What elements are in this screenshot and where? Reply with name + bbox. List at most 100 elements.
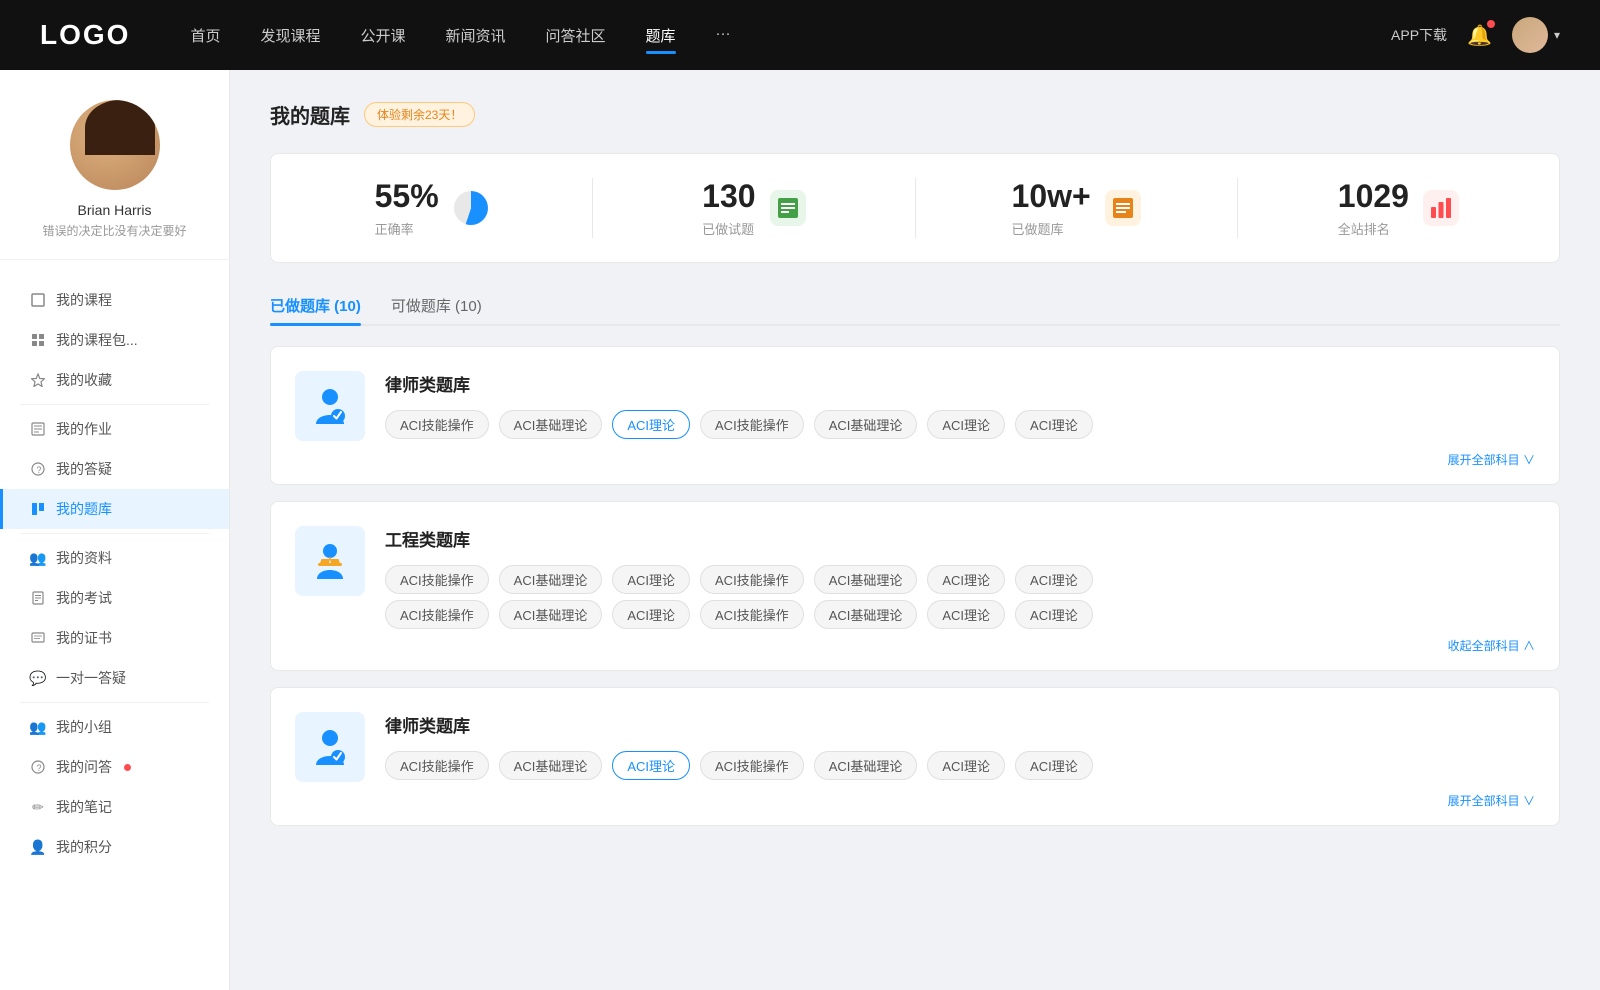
user-avatar-nav[interactable]: ▾ bbox=[1512, 17, 1560, 53]
nav-qa[interactable]: 问答社区 bbox=[546, 21, 606, 50]
app-download-button[interactable]: APP下载 bbox=[1391, 25, 1447, 45]
tags-row-2a: ACI技能操作 ACI基础理论 ACI理论 ACI技能操作 ACI基础理论 AC… bbox=[385, 565, 1535, 594]
tag-2-4[interactable]: ACI基础理论 bbox=[814, 565, 918, 594]
sidebar-item-notes[interactable]: ✏ 我的笔记 bbox=[0, 787, 229, 827]
tab-bar: 已做题库 (10) 可做题库 (10) bbox=[270, 287, 1560, 326]
tag-2-2[interactable]: ACI理论 bbox=[612, 565, 690, 594]
sidebar-item-exam[interactable]: 我的考试 bbox=[0, 578, 229, 618]
divider-1 bbox=[20, 404, 209, 405]
done-questions-icon bbox=[770, 190, 806, 226]
tab-available-banks[interactable]: 可做题库 (10) bbox=[391, 287, 482, 324]
sidebar-item-materials[interactable]: 👥 我的资料 bbox=[0, 538, 229, 578]
nav-home[interactable]: 首页 bbox=[190, 21, 220, 50]
sidebar-item-one-on-one[interactable]: 💬 一对一答疑 bbox=[0, 658, 229, 698]
tag-3-6[interactable]: ACI理论 bbox=[1015, 751, 1093, 780]
page-title: 我的题库 bbox=[270, 100, 350, 129]
sidebar-avatar-img bbox=[70, 100, 160, 190]
main-content: 我的题库 体验剩余23天！ 55% 正确率 130 已做试题 bbox=[230, 70, 1600, 990]
lawyer-svg-2 bbox=[308, 725, 352, 769]
stat-accuracy-label: 正确率 bbox=[375, 219, 439, 238]
nav-question-bank[interactable]: 题库 bbox=[646, 21, 676, 50]
notification-badge bbox=[1487, 20, 1495, 28]
qbank-body-2: 工程类题库 ACI技能操作 ACI基础理论 ACI理论 ACI技能操作 ACI基… bbox=[385, 526, 1535, 654]
sidebar-item-points[interactable]: 👤 我的积分 bbox=[0, 827, 229, 867]
courses-icon bbox=[30, 292, 46, 308]
tag-2-1[interactable]: ACI基础理论 bbox=[499, 565, 603, 594]
qbank-header-1: 律师类题库 ACI技能操作 ACI基础理论 ACI理论 ACI技能操作 ACI基… bbox=[295, 371, 1535, 468]
tags-row-3: ACI技能操作 ACI基础理论 ACI理论 ACI技能操作 ACI基础理论 AC… bbox=[385, 751, 1535, 780]
user-info: Brian Harris 错误的决定比没有决定要好 bbox=[0, 100, 229, 260]
nav-discover[interactable]: 发现课程 bbox=[260, 21, 320, 50]
tag-2b-1[interactable]: ACI基础理论 bbox=[499, 600, 603, 629]
tag-2b-2[interactable]: ACI理论 bbox=[612, 600, 690, 629]
sidebar-item-course-package[interactable]: 我的课程包... bbox=[0, 320, 229, 360]
tag-3-4[interactable]: ACI基础理论 bbox=[814, 751, 918, 780]
tag-1-0[interactable]: ACI技能操作 bbox=[385, 410, 489, 439]
qbank-header-3: 律师类题库 ACI技能操作 ACI基础理论 ACI理论 ACI技能操作 ACI基… bbox=[295, 712, 1535, 809]
navbar: LOGO 首页 发现课程 公开课 新闻资讯 问答社区 题库 ··· APP下载 … bbox=[0, 0, 1600, 70]
nav-avatar-img bbox=[1512, 17, 1548, 53]
rank-icon bbox=[1423, 190, 1459, 226]
nav-news[interactable]: 新闻资讯 bbox=[446, 21, 506, 50]
tag-3-2[interactable]: ACI理论 bbox=[612, 751, 690, 780]
qbank-icon bbox=[30, 501, 46, 517]
user-name: Brian Harris bbox=[78, 202, 152, 218]
nav-open-course[interactable]: 公开课 bbox=[360, 21, 405, 50]
divider-2 bbox=[20, 533, 209, 534]
qbank-name-3: 律师类题库 bbox=[385, 712, 1535, 737]
nav-more[interactable]: ··· bbox=[716, 21, 731, 50]
sidebar-item-my-courses[interactable]: 我的课程 bbox=[0, 280, 229, 320]
tag-1-4[interactable]: ACI基础理论 bbox=[814, 410, 918, 439]
tag-1-3[interactable]: ACI技能操作 bbox=[700, 410, 804, 439]
tag-2-0[interactable]: ACI技能操作 bbox=[385, 565, 489, 594]
tag-2b-3[interactable]: ACI技能操作 bbox=[700, 600, 804, 629]
tag-2b-0[interactable]: ACI技能操作 bbox=[385, 600, 489, 629]
stat-done-banks-label: 已做题库 bbox=[1012, 219, 1091, 238]
tag-3-1[interactable]: ACI基础理论 bbox=[499, 751, 603, 780]
page-header: 我的题库 体验剩余23天！ bbox=[270, 100, 1560, 129]
notification-bell[interactable]: 🔔 bbox=[1467, 23, 1492, 48]
tag-2-3[interactable]: ACI技能操作 bbox=[700, 565, 804, 594]
navbar-right: APP下载 🔔 ▾ bbox=[1391, 17, 1560, 53]
tag-2-5[interactable]: ACI理论 bbox=[927, 565, 1005, 594]
stat-done-q-label: 已做试题 bbox=[702, 219, 755, 238]
pie-chart-icon bbox=[454, 191, 488, 225]
svg-text:?: ? bbox=[37, 465, 42, 475]
sidebar-item-homework[interactable]: 我的作业 bbox=[0, 409, 229, 449]
expand-link-3[interactable]: 展开全部科目 ∨ bbox=[385, 788, 1535, 809]
sidebar-item-favorites[interactable]: 我的收藏 bbox=[0, 360, 229, 400]
nav-menu: 首页 发现课程 公开课 新闻资讯 问答社区 题库 ··· bbox=[190, 21, 1391, 50]
tag-2-6[interactable]: ACI理论 bbox=[1015, 565, 1093, 594]
tag-2b-4[interactable]: ACI基础理论 bbox=[814, 600, 918, 629]
tag-1-6[interactable]: ACI理论 bbox=[1015, 410, 1093, 439]
sidebar-menu: 我的课程 我的课程包... 我的收藏 我的作业 bbox=[0, 270, 229, 877]
tag-1-1[interactable]: ACI基础理论 bbox=[499, 410, 603, 439]
sidebar-item-certificate[interactable]: 我的证书 bbox=[0, 618, 229, 658]
sidebar-item-groups[interactable]: 👥 我的小组 bbox=[0, 707, 229, 747]
tag-3-3[interactable]: ACI技能操作 bbox=[700, 751, 804, 780]
stat-done-questions: 130 已做试题 bbox=[593, 178, 915, 238]
stat-done-banks-value: 10w+ bbox=[1012, 178, 1091, 215]
tab-done-banks[interactable]: 已做题库 (10) bbox=[270, 287, 361, 324]
user-motto: 错误的决定比没有决定要好 bbox=[42, 222, 186, 239]
tag-1-2[interactable]: ACI理论 bbox=[612, 410, 690, 439]
tags-row-1: ACI技能操作 ACI基础理论 ACI理论 ACI技能操作 ACI基础理论 AC… bbox=[385, 410, 1535, 439]
tag-1-5[interactable]: ACI理论 bbox=[927, 410, 1005, 439]
tag-2b-6[interactable]: ACI理论 bbox=[1015, 600, 1093, 629]
my-qa-icon: ? bbox=[30, 759, 46, 775]
expand-link-1[interactable]: 展开全部科目 ∨ bbox=[385, 447, 1535, 468]
qbank-body-1: 律师类题库 ACI技能操作 ACI基础理论 ACI理论 ACI技能操作 ACI基… bbox=[385, 371, 1535, 468]
tag-2b-5[interactable]: ACI理论 bbox=[927, 600, 1005, 629]
tag-3-0[interactable]: ACI技能操作 bbox=[385, 751, 489, 780]
my-qa-red-dot bbox=[124, 764, 131, 771]
stats-bar: 55% 正确率 130 已做试题 bbox=[270, 153, 1560, 263]
stat-rank-value: 1029 bbox=[1338, 178, 1409, 215]
sidebar-item-qa[interactable]: ? 我的答疑 bbox=[0, 449, 229, 489]
sidebar-item-my-qa[interactable]: ? 我的问答 bbox=[0, 747, 229, 787]
collapse-link-2[interactable]: 收起全部科目 ∧ bbox=[385, 637, 1535, 654]
nav-avatar bbox=[1512, 17, 1548, 53]
tag-3-5[interactable]: ACI理论 bbox=[927, 751, 1005, 780]
page-wrap: Brian Harris 错误的决定比没有决定要好 我的课程 我的课程包... bbox=[0, 70, 1600, 990]
sidebar-item-question-bank[interactable]: 我的题库 bbox=[0, 489, 229, 529]
divider-3 bbox=[20, 702, 209, 703]
